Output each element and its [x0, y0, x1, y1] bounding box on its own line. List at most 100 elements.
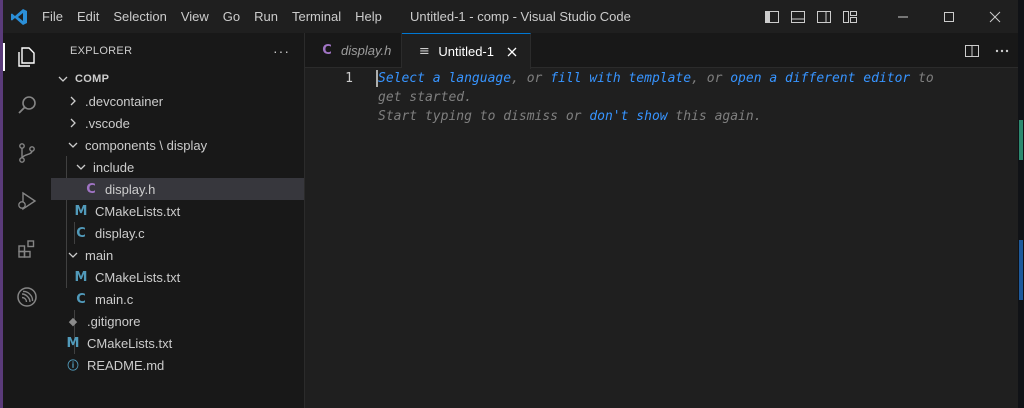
close-window-button[interactable] [972, 0, 1018, 33]
tree-item-label: .devcontainer [85, 93, 164, 109]
tree-item-label: README.md [87, 357, 165, 373]
menu-file[interactable]: File [35, 0, 70, 33]
hint-text: , or [511, 71, 551, 86]
activity-bar [3, 33, 51, 408]
hint-text: to [910, 71, 934, 86]
tree-item-cmakelists-main[interactable]: M CMakeLists.txt [51, 266, 304, 288]
toggle-primary-sidebar-icon[interactable] [764, 9, 780, 25]
tree-item-main-c[interactable]: C main.c [51, 288, 304, 310]
tree-item-display-h[interactable]: C display.h [51, 178, 304, 200]
menu-edit[interactable]: Edit [70, 0, 106, 33]
tree-item-gitignore[interactable]: ◆ .gitignore [51, 310, 304, 332]
tree-item-label: CMakeLists.txt [87, 335, 173, 351]
window-title: Untitled-1 - comp - Visual Studio Code [410, 9, 631, 24]
tree-item-label: main.c [95, 291, 134, 307]
fill-template-link[interactable]: fill with template [550, 71, 691, 86]
editor-actions [964, 33, 1010, 68]
chevron-right-icon [65, 115, 81, 131]
file-tree: COMP .devcontainer .vscode components \ … [51, 68, 304, 376]
title-actions [764, 0, 1018, 33]
chevron-down-icon [65, 247, 81, 263]
chevron-right-icon [65, 93, 81, 109]
tree-item-label: components \ display [85, 137, 208, 153]
tree-item-readme[interactable]: ⓘ README.md [51, 354, 304, 376]
menu-view[interactable]: View [174, 0, 216, 33]
untitled-hint: Select a language, or fill with template… [378, 69, 934, 126]
select-language-link[interactable]: Select a language [378, 71, 511, 86]
more-actions-icon[interactable]: ··· [273, 43, 290, 59]
split-editor-icon[interactable] [964, 43, 980, 59]
tree-item-include[interactable]: include [51, 156, 304, 178]
editor-area: C display.h ≡ Untitled-1 1 Select a lang… [305, 33, 1018, 408]
editor-tabs: C display.h ≡ Untitled-1 [305, 33, 1018, 69]
explorer-sidebar: EXPLORER ··· COMP .devcontainer .vscode … [51, 33, 305, 408]
close-tab-icon[interactable] [504, 44, 520, 60]
tree-item-label: display.h [105, 181, 156, 197]
root-folder-label: COMP [75, 73, 110, 85]
tree-item-label: CMakeLists.txt [95, 269, 181, 285]
layout-controls [764, 9, 858, 25]
cmake-file-icon: M [74, 203, 88, 219]
run-debug-icon[interactable] [3, 177, 51, 225]
tree-item-label: .gitignore [87, 313, 141, 329]
c-source-file-icon: C [76, 291, 86, 307]
tree-item-cmakelists-root[interactable]: M CMakeLists.txt [51, 332, 304, 354]
tree-root-comp[interactable]: COMP [51, 68, 304, 90]
tree-item-devcontainer[interactable]: .devcontainer [51, 90, 304, 112]
sidebar-title: EXPLORER [70, 44, 133, 57]
search-icon[interactable] [3, 81, 51, 129]
menu-terminal[interactable]: Terminal [285, 0, 348, 33]
git-file-icon: ◆ [68, 314, 78, 328]
toggle-panel-icon[interactable] [790, 9, 806, 25]
chevron-down-icon [65, 137, 81, 153]
tree-item-label: include [93, 159, 135, 175]
menu-bar: File Edit Selection View Go Run Terminal… [35, 0, 389, 33]
vscode-window: File Edit Selection View Go Run Terminal… [3, 0, 1018, 408]
espressif-icon[interactable] [3, 273, 51, 321]
open-different-editor-link[interactable]: open a different editor [730, 71, 910, 86]
tree-item-label: main [85, 247, 114, 263]
minimize-button[interactable] [880, 0, 926, 33]
tree-item-display-c[interactable]: C display.c [51, 222, 304, 244]
c-header-file-icon: C [322, 43, 332, 58]
maximize-button[interactable] [926, 0, 972, 33]
code-editor[interactable]: 1 Select a language, or fill with templa… [305, 68, 1018, 408]
tab-label: Untitled-1 [438, 44, 494, 59]
tree-item-label: .vscode [85, 115, 130, 131]
menu-help[interactable]: Help [348, 0, 389, 33]
tree-item-vscode[interactable]: .vscode [51, 112, 304, 134]
tree-item-main[interactable]: main [51, 244, 304, 266]
tree-item-label: CMakeLists.txt [95, 203, 181, 219]
menu-go[interactable]: Go [216, 0, 247, 33]
tree-item-cmakelists-display[interactable]: M CMakeLists.txt [51, 200, 304, 222]
menu-selection[interactable]: Selection [106, 0, 173, 33]
dont-show-link[interactable]: don't show [589, 109, 667, 124]
cmake-file-icon: M [74, 269, 88, 285]
menu-run[interactable]: Run [247, 0, 285, 33]
cmake-file-icon: M [66, 335, 80, 351]
sidebar-header: EXPLORER ··· [51, 33, 304, 68]
more-actions-icon[interactable] [994, 43, 1010, 59]
c-source-file-icon: C [76, 225, 86, 241]
explorer-icon[interactable] [3, 33, 51, 81]
hint-text: this again. [667, 109, 762, 124]
tab-untitled-1[interactable]: ≡ Untitled-1 [402, 33, 531, 69]
customize-layout-icon[interactable] [842, 9, 858, 25]
window-edge-right [1018, 0, 1024, 408]
extensions-icon[interactable] [3, 225, 51, 273]
title-bar: File Edit Selection View Go Run Terminal… [3, 0, 1018, 33]
tab-label: display.h [341, 43, 392, 58]
plain-text-file-icon: ≡ [418, 44, 430, 59]
tab-display-h[interactable]: C display.h [305, 33, 403, 68]
c-header-file-icon: C [86, 181, 96, 197]
hint-text: Start typing to dismiss or [378, 109, 590, 124]
vscode-logo-icon [3, 0, 35, 33]
toggle-secondary-sidebar-icon[interactable] [816, 9, 832, 25]
tree-item-label: display.c [95, 225, 145, 241]
source-control-icon[interactable] [3, 129, 51, 177]
info-file-icon: ⓘ [67, 359, 79, 372]
tree-item-components-display[interactable]: components \ display [51, 134, 304, 156]
hint-text: get started. [378, 90, 472, 105]
chevron-down-icon [73, 159, 89, 175]
chevron-down-icon [55, 71, 71, 87]
